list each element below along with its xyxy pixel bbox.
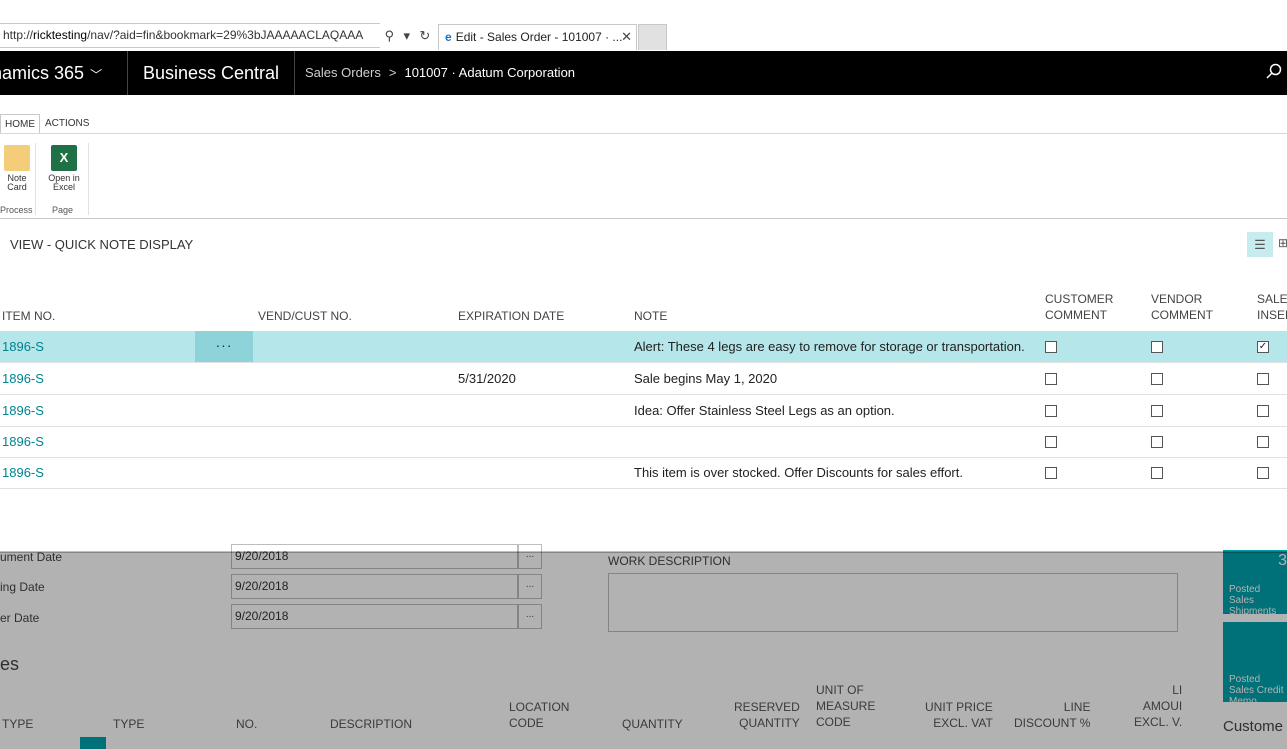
browser-chrome: http://ricktesting/nav/?aid=fin&bookmark… (0, 0, 1287, 51)
breadcrumb: Sales Orders >101007 · Adatum Corporation (305, 51, 575, 95)
group-page-label: Page (52, 205, 74, 215)
tab-title: Edit - Sales Order - 101007 · ... (455, 30, 623, 44)
row-menu-button[interactable]: ··· (195, 331, 253, 362)
note-cell: Idea: Offer Stainless Steel Legs as an o… (634, 403, 895, 418)
brand-label: namics 365 (0, 63, 85, 83)
header-sales-insert[interactable]: SALES INSERT (1257, 291, 1287, 323)
search-icon[interactable]: ⚲ (385, 28, 395, 44)
ribbon: HOME ACTIONS Note Card X Open in Excel P… (0, 95, 1287, 219)
header-vendor-comment-line1: VENDOR (1151, 292, 1203, 306)
item-no-link[interactable]: 1896-S (2, 457, 44, 488)
table-row[interactable]: 1896-S Idea: Offer Stainless Steel Legs … (0, 395, 1287, 427)
table-row[interactable]: 1896-S 5/31/2020 Sale begins May 1, 2020 (0, 363, 1287, 395)
app-bar: namics 365 ﹀ Business Central Sales Order… (0, 51, 1287, 95)
address-bar-icons: ⚲ ▾ ↻ (380, 23, 435, 48)
modal-overlay (0, 552, 1287, 749)
url-path: /nav/?aid=fin&bookmark=29%3bJAAAAACLAQAA… (87, 28, 364, 42)
ribbon-divider (0, 133, 1287, 134)
customer-comment-checkbox[interactable] (1045, 373, 1057, 385)
item-no-link[interactable]: 1896-S (2, 363, 44, 394)
url-host: ricktesting (33, 28, 88, 42)
refresh-icon[interactable]: ↻ (419, 28, 430, 44)
header-vendor-comment-line2: COMMENT (1151, 308, 1213, 322)
header-sales-insert-line2: INSERT (1257, 308, 1287, 322)
expiration-cell: 5/31/2020 (458, 371, 516, 386)
modal-shadow (0, 551, 1287, 553)
header-vend-cust-no[interactable]: VEND/CUST NO. (258, 308, 352, 324)
table-row[interactable]: 1896-S ··· Alert: These 4 legs are easy … (0, 331, 1287, 363)
new-tab-button[interactable] (638, 24, 667, 50)
customer-comment-checkbox[interactable] (1045, 436, 1057, 448)
header-expiration-date[interactable]: EXPIRATION DATE (458, 308, 564, 324)
open-excel-label-2: Excel (52, 182, 75, 192)
item-no-link[interactable]: 1896-S (2, 331, 44, 362)
note-cell: Sale begins May 1, 2020 (634, 371, 778, 386)
dropdown-icon[interactable]: ▾ (404, 28, 411, 44)
sales-insert-checkbox[interactable] (1257, 373, 1269, 385)
sales-insert-checkbox[interactable]: ✓ (1257, 341, 1269, 353)
breadcrumb-current: 101007 · Adatum Corporation (404, 65, 576, 80)
sales-insert-checkbox[interactable] (1257, 405, 1269, 417)
vendor-comment-checkbox[interactable] (1151, 373, 1163, 385)
item-no-link[interactable]: 1896-S (2, 426, 44, 457)
sales-insert-checkbox[interactable] (1257, 467, 1269, 479)
tab-actions[interactable]: ACTIONS (40, 114, 94, 134)
ie-icon: e (445, 30, 452, 44)
card-view-icon[interactable]: ⊞ (1278, 236, 1287, 250)
customer-comment-checkbox[interactable] (1045, 405, 1057, 417)
page-title: VIEW - QUICK NOTE DISPLAY (10, 237, 194, 252)
customer-comment-checkbox[interactable] (1045, 467, 1057, 479)
header-note[interactable]: NOTE (634, 308, 667, 324)
vendor-comment-checkbox[interactable] (1151, 436, 1163, 448)
vendor-comment-checkbox[interactable] (1151, 467, 1163, 479)
header-customer-comment-line1: CUSTOMER (1045, 292, 1114, 306)
sales-insert-checkbox[interactable] (1257, 436, 1269, 448)
tab-home[interactable]: HOME (0, 114, 40, 134)
ribbon-group-separator (35, 143, 36, 215)
list-view-icon[interactable]: ☰ (1247, 232, 1273, 257)
table-row[interactable]: 1896-S This item is over stocked. Offer … (0, 457, 1287, 489)
header-customer-comment[interactable]: CUSTOMER COMMENT (1045, 291, 1113, 323)
note-cell: Alert: These 4 legs are easy to remove f… (634, 339, 1025, 354)
header-sales-insert-line1: SALES (1257, 292, 1287, 306)
search-icon[interactable] (1266, 63, 1282, 84)
ribbon-tabs: HOME ACTIONS (0, 114, 94, 134)
vendor-comment-checkbox[interactable] (1151, 341, 1163, 353)
breadcrumb-separator: > (388, 65, 397, 80)
customer-comment-checkbox[interactable] (1045, 341, 1057, 353)
note-card-label-2: Card (7, 182, 27, 192)
group-process-label: Process (0, 205, 33, 215)
vendor-comment-checkbox[interactable] (1151, 405, 1163, 417)
address-bar[interactable]: http://ricktesting/nav/?aid=fin&bookmark… (0, 23, 435, 48)
ribbon-group-separator (88, 143, 89, 215)
open-in-excel-button[interactable]: X Open in Excel (44, 145, 84, 192)
app-brand[interactable]: namics 365 ﹀ (0, 51, 128, 95)
header-customer-comment-line2: COMMENT (1045, 308, 1107, 322)
note-card-button[interactable]: Note Card (0, 145, 37, 192)
note-cell: This item is over stocked. Offer Discoun… (634, 465, 963, 480)
breadcrumb-sales-orders[interactable]: Sales Orders (305, 65, 381, 80)
note-card-icon (4, 145, 30, 171)
product-name[interactable]: Business Central (128, 51, 295, 95)
header-item-no[interactable]: ITEM NO. (2, 308, 55, 324)
browser-tab[interactable]: e Edit - Sales Order - 101007 · ... ✕ (438, 24, 637, 50)
header-vendor-comment[interactable]: VENDOR COMMENT (1151, 291, 1213, 323)
item-no-link[interactable]: 1896-S (2, 395, 44, 426)
chevron-down-icon: ﹀ (90, 68, 103, 82)
table-row[interactable]: 1896-S (0, 426, 1287, 458)
url-prefix: http:// (3, 28, 34, 42)
excel-icon: X (51, 145, 77, 171)
close-tab-icon[interactable]: ✕ (621, 25, 632, 49)
